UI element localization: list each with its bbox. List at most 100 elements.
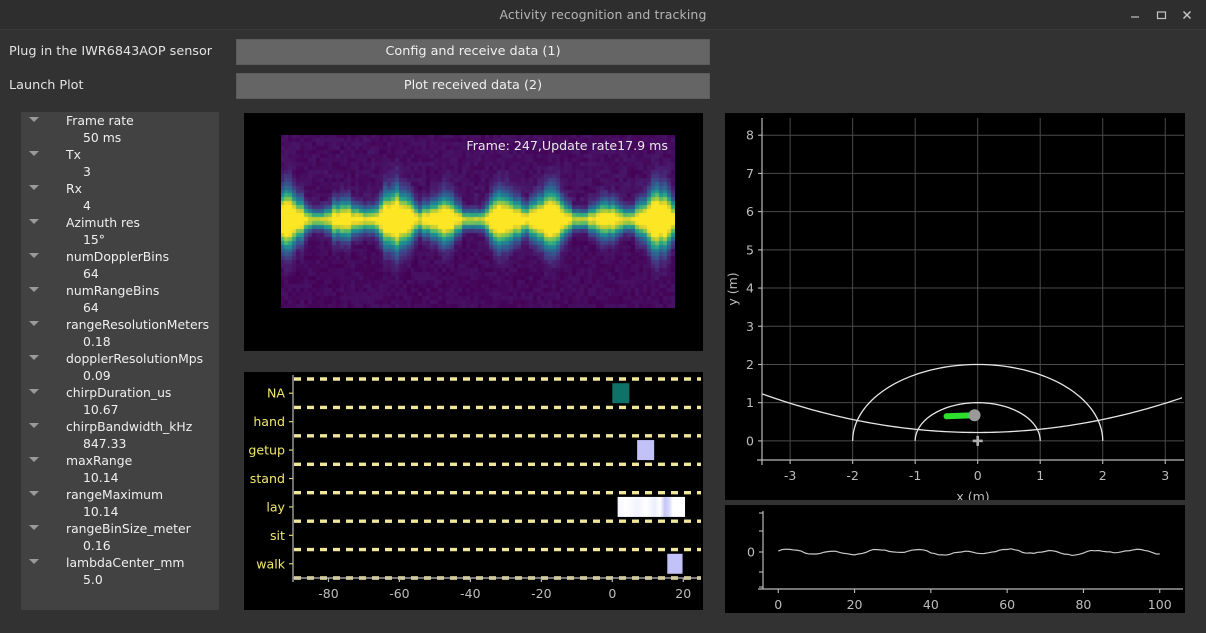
parameter-key: Tx bbox=[21, 146, 81, 163]
parameter-item[interactable]: Rx 4 bbox=[21, 180, 219, 214]
control-row-config: Plug in the IWR6843AOP sensor Config and… bbox=[0, 39, 1206, 65]
target-marker bbox=[968, 409, 981, 422]
control-row-plot: Launch Plot Plot received data (2) bbox=[0, 73, 1206, 99]
parameter-value: 4 bbox=[83, 198, 91, 213]
parameter-item[interactable]: chirpDuration_us 10.67 bbox=[21, 384, 219, 418]
category-label: hand bbox=[253, 414, 285, 429]
x-tick-label: -2 bbox=[846, 468, 858, 483]
x-tick-label: -1 bbox=[909, 468, 921, 483]
chevron-down-icon[interactable] bbox=[29, 151, 39, 156]
chevron-down-icon[interactable] bbox=[29, 389, 39, 394]
maximize-icon[interactable] bbox=[1148, 0, 1174, 29]
x-tick-label: 3 bbox=[1161, 468, 1169, 483]
x-tick-label: 40 bbox=[923, 597, 939, 612]
activity-bar bbox=[667, 553, 683, 574]
parameter-key: numDopplerBins bbox=[21, 248, 169, 265]
parameter-tree[interactable]: Frame rate 50 ms Tx 3 Rx 4 Azimuth res 15° numDo… bbox=[21, 112, 219, 610]
parameter-item[interactable]: dopplerResolutionMps 0.09 bbox=[21, 350, 219, 384]
parameter-key-label: dopplerResolutionMps bbox=[66, 351, 204, 366]
spectrogram-panel: Frame: 247,Update rate17.9 ms bbox=[244, 113, 703, 351]
activity-bar bbox=[617, 496, 686, 517]
parameter-value: 64 bbox=[83, 300, 99, 315]
parameter-item[interactable]: numDopplerBins 64 bbox=[21, 248, 219, 282]
parameter-key-label: Rx bbox=[66, 181, 82, 196]
category-label: stand bbox=[250, 471, 285, 486]
chevron-down-icon[interactable] bbox=[29, 253, 39, 258]
launch-plot-label: Launch Plot bbox=[9, 78, 84, 93]
y-tick-label: 3 bbox=[746, 319, 754, 334]
x-tick-label: 0 bbox=[774, 597, 782, 612]
activity-classification-panel: NA hand getup stand lay sit walk -80 -60 -40 -20 0 2… bbox=[244, 372, 703, 610]
parameter-value: 50 ms bbox=[83, 130, 122, 145]
parameter-item[interactable]: numRangeBins 64 bbox=[21, 282, 219, 316]
parameter-key: Rx bbox=[21, 180, 82, 197]
parameter-key: rangeResolutionMeters bbox=[21, 316, 209, 333]
parameter-value: 15° bbox=[83, 232, 105, 247]
activity-bar bbox=[637, 440, 655, 461]
spectrogram-image bbox=[281, 135, 675, 308]
parameter-key-label: rangeResolutionMeters bbox=[66, 317, 210, 332]
range-profile-panel: 0 0 20 40 60 80 100 bbox=[725, 505, 1185, 613]
parameter-item[interactable]: maxRange 10.14 bbox=[21, 452, 219, 486]
parameter-value: 847.33 bbox=[83, 436, 127, 451]
x-tick-label: -80 bbox=[318, 586, 338, 601]
parameter-item[interactable]: rangeBinSize_meter 0.16 bbox=[21, 520, 219, 554]
spectrogram-frame-label: Frame: 247,Update rate17.9 ms bbox=[466, 138, 668, 153]
parameter-key: chirpBandwidth_kHz bbox=[21, 418, 192, 435]
x-tick-label: 20 bbox=[847, 597, 863, 612]
parameter-value: 0.18 bbox=[83, 334, 111, 349]
parameter-item[interactable]: chirpBandwidth_kHz 847.33 bbox=[21, 418, 219, 452]
chevron-down-icon[interactable] bbox=[29, 355, 39, 360]
parameter-key: dopplerResolutionMps bbox=[21, 350, 203, 367]
x-axis-label: x (m) bbox=[956, 489, 989, 500]
parameter-value: 0.09 bbox=[83, 368, 111, 383]
parameter-value: 0.16 bbox=[83, 538, 111, 553]
category-label: getup bbox=[248, 443, 285, 458]
chevron-down-icon[interactable] bbox=[29, 117, 39, 122]
y-tick-label: 8 bbox=[746, 128, 754, 143]
activity-bar bbox=[612, 383, 630, 404]
x-tick-label: 0 bbox=[974, 468, 982, 483]
parameter-item[interactable]: rangeResolutionMeters 0.18 bbox=[21, 316, 219, 350]
title-bar: Activity recognition and tracking bbox=[0, 0, 1206, 30]
parameter-key-label: Frame rate bbox=[66, 113, 134, 128]
chevron-down-icon[interactable] bbox=[29, 457, 39, 462]
y-tick-label: 7 bbox=[746, 166, 754, 181]
chevron-down-icon[interactable] bbox=[29, 525, 39, 530]
tracking-xy-chart: 0 1 2 3 4 5 6 7 8 -3 -2 -1 0 1 2 3 x (m) y (m) bbox=[725, 118, 1184, 500]
parameter-item[interactable]: Azimuth res 15° bbox=[21, 214, 219, 248]
chevron-down-icon[interactable] bbox=[29, 423, 39, 428]
x-tick-label: 2 bbox=[1099, 468, 1107, 483]
y-tick-label: 5 bbox=[746, 242, 754, 257]
config-and-receive-data-button[interactable]: Config and receive data (1) bbox=[236, 39, 710, 65]
x-tick-label: 80 bbox=[1075, 597, 1091, 612]
x-tick-label: -3 bbox=[784, 468, 796, 483]
parameter-key-label: numRangeBins bbox=[66, 283, 160, 298]
chevron-down-icon[interactable] bbox=[29, 559, 39, 564]
category-label: sit bbox=[270, 528, 285, 543]
parameter-key-label: rangeBinSize_meter bbox=[66, 521, 191, 536]
parameter-key: numRangeBins bbox=[21, 282, 159, 299]
x-tick-label: -60 bbox=[389, 586, 409, 601]
chevron-down-icon[interactable] bbox=[29, 287, 39, 292]
parameter-key: lambdaCenter_mm bbox=[21, 554, 184, 571]
parameter-key-label: maxRange bbox=[66, 453, 133, 468]
x-tick-label: -40 bbox=[460, 586, 480, 601]
parameter-value: 3 bbox=[83, 164, 91, 179]
parameter-value: 10.14 bbox=[83, 470, 119, 485]
minimize-icon[interactable] bbox=[1122, 0, 1148, 29]
parameter-item[interactable]: rangeMaximum 10.14 bbox=[21, 486, 219, 520]
x-tick-label: -20 bbox=[531, 586, 551, 601]
parameter-item[interactable]: Frame rate 50 ms bbox=[21, 112, 219, 146]
plot-received-data-button[interactable]: Plot received data (2) bbox=[236, 73, 710, 99]
sensor-instruction-label: Plug in the IWR6843AOP sensor bbox=[9, 44, 213, 59]
chevron-down-icon[interactable] bbox=[29, 321, 39, 326]
y-tick-label: 0 bbox=[747, 545, 755, 560]
y-tick-label: 6 bbox=[746, 204, 754, 219]
chevron-down-icon[interactable] bbox=[29, 185, 39, 190]
parameter-item[interactable]: Tx 3 bbox=[21, 146, 219, 180]
chevron-down-icon[interactable] bbox=[29, 491, 39, 496]
parameter-item[interactable]: lambdaCenter_mm 5.0 bbox=[21, 554, 219, 588]
chevron-down-icon[interactable] bbox=[29, 219, 39, 224]
close-icon[interactable] bbox=[1174, 0, 1200, 29]
